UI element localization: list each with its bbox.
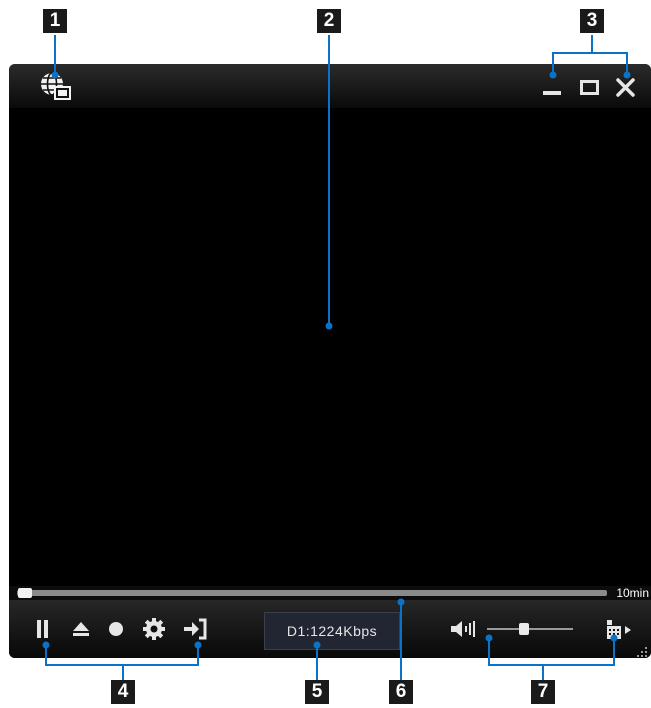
exit-icon[interactable] xyxy=(181,617,209,646)
volume-track[interactable] xyxy=(487,628,573,630)
control-bar: D1:1224Kbps xyxy=(9,600,651,658)
volume-thumb[interactable] xyxy=(519,623,529,635)
callout-2: 2 xyxy=(317,9,341,33)
close-icon[interactable] xyxy=(615,78,637,103)
video-display-area[interactable] xyxy=(9,108,651,586)
settings-gear-icon[interactable] xyxy=(142,617,166,646)
seek-track[interactable] xyxy=(17,590,607,596)
callout-5: 5 xyxy=(305,680,329,704)
record-icon[interactable] xyxy=(107,620,125,643)
globe-monitor-icon[interactable] xyxy=(37,70,73,107)
title-bar[interactable] xyxy=(9,64,651,108)
minimize-icon[interactable] xyxy=(541,78,565,103)
callout-4: 4 xyxy=(111,680,135,704)
maximize-icon[interactable] xyxy=(579,78,603,103)
bitrate-display: D1:1224Kbps xyxy=(264,612,400,650)
callout-3: 3 xyxy=(580,9,604,33)
callout-1: 1 xyxy=(43,9,67,33)
callout-7: 7 xyxy=(531,680,555,704)
total-time: 10min xyxy=(616,586,649,600)
eject-icon[interactable] xyxy=(71,619,91,644)
seek-bar[interactable]: 10min xyxy=(9,586,651,600)
seek-thumb[interactable] xyxy=(18,588,32,598)
pause-icon[interactable] xyxy=(35,618,51,645)
callout-6: 6 xyxy=(389,680,413,704)
volume-icon[interactable] xyxy=(449,618,479,645)
volume-slider[interactable] xyxy=(487,622,573,636)
player-window: 10min D1:1224Kbps xyxy=(9,64,651,658)
resize-grip-icon[interactable] xyxy=(637,644,647,657)
stream-select-icon[interactable] xyxy=(605,617,633,646)
